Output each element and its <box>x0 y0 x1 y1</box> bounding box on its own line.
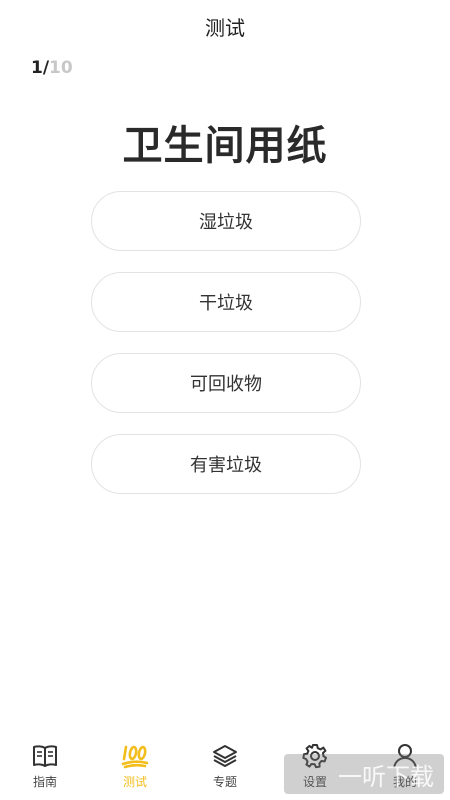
tab-mine-label: 我的 <box>392 775 417 789</box>
gear-icon <box>301 742 329 770</box>
tab-settings-label: 设置 <box>302 775 327 789</box>
tab-settings[interactable]: 设置 <box>270 740 360 800</box>
tab-topics-label: 专题 <box>212 775 237 789</box>
book-icon <box>31 742 59 770</box>
progress-total: 10 <box>49 58 73 78</box>
tab-topics[interactable]: 专题 <box>180 740 270 800</box>
option-wet-garbage[interactable]: 湿垃圾 <box>91 191 361 251</box>
tab-guide-label: 指南 <box>32 775 57 789</box>
option-dry-garbage[interactable]: 干垃圾 <box>91 272 361 332</box>
progress-current: 1/ <box>31 58 50 78</box>
tab-mine[interactable]: 我的 <box>360 740 450 800</box>
page-title: 测试 <box>205 15 245 40</box>
layers-icon <box>211 742 239 770</box>
hundred-points-icon <box>121 742 149 770</box>
bottom-tab-bar: 指南 测试 专题 设置 我的 <box>0 740 450 800</box>
question-text: 卫生间用纸 <box>122 123 328 169</box>
tab-test-label: 测试 <box>122 775 147 789</box>
option-recyclable[interactable]: 可回收物 <box>91 353 361 413</box>
option-hazardous[interactable]: 有害垃圾 <box>91 434 361 494</box>
question-progress: 1/10 <box>31 58 73 78</box>
answer-options: 湿垃圾 干垃圾 可回收物 有害垃圾 <box>91 191 361 515</box>
tab-test[interactable]: 测试 <box>90 740 180 800</box>
user-icon <box>391 742 419 770</box>
tab-guide[interactable]: 指南 <box>0 740 90 800</box>
page-header: 测试 <box>0 0 450 52</box>
